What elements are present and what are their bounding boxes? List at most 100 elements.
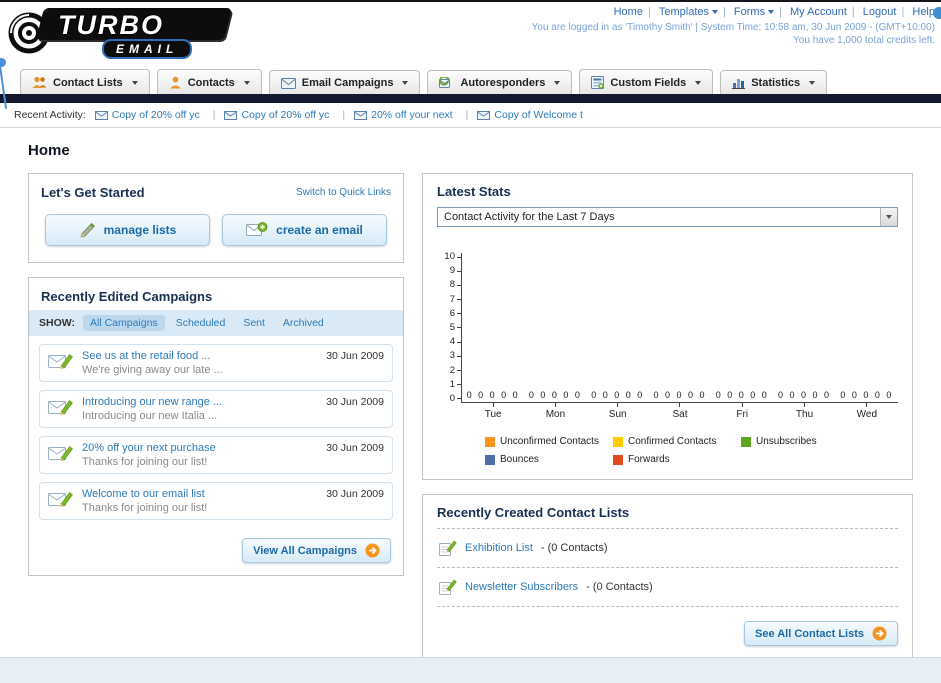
tab-label: Contact Lists bbox=[53, 76, 123, 89]
chart-plot: 0 0 0 0 0 0 0 0 0 0 0 0 0 0 0 0 0 0 0 0 0 0 … bbox=[461, 253, 898, 403]
contact-list-link[interactable]: Exhibition List bbox=[465, 542, 533, 554]
see-all-contact-lists-button[interactable]: See All Contact Lists bbox=[743, 621, 898, 646]
right-column: Latest Stats Contact Activity for the La… bbox=[422, 173, 913, 659]
campaign-subtitle: We're giving away our late ... bbox=[82, 364, 223, 376]
tab-email-campaigns[interactable]: Email Campaigns bbox=[268, 70, 421, 94]
tab-label: Contacts bbox=[187, 76, 235, 89]
create-email-button[interactable]: create an email bbox=[222, 214, 387, 246]
dropdown-caret-icon bbox=[809, 81, 816, 85]
contact-list-detail: - (0 Contacts) bbox=[540, 542, 608, 554]
create-email-label: create an email bbox=[276, 223, 363, 237]
envelope-icon bbox=[224, 110, 238, 120]
chart-value-labels: 0 0 0 0 0 bbox=[778, 390, 832, 400]
chart-y-axis: 10 9 8 7 6 5 4 3 2 1 0 bbox=[437, 252, 461, 403]
footer-strip bbox=[0, 657, 941, 683]
logo-primary-text: TURBO bbox=[58, 10, 164, 40]
recent-activity-bar: Recent Activity: Copy of 20% off yc Copy… bbox=[0, 103, 941, 128]
view-all-campaigns-button[interactable]: View All Campaigns bbox=[242, 538, 391, 563]
dropdown-caret-icon bbox=[131, 80, 138, 85]
envelope-icon bbox=[94, 110, 108, 120]
recent-activity-label: Recent Activity: bbox=[14, 109, 86, 121]
see-all-contact-lists-label: See All Contact Lists bbox=[754, 627, 864, 640]
campaign-item[interactable]: Introducing our new range ... Introducin… bbox=[39, 390, 393, 428]
dropdown-caret-icon bbox=[695, 80, 702, 85]
top-link-forms[interactable]: Forms bbox=[734, 6, 787, 18]
manage-lists-label: manage lists bbox=[103, 223, 177, 237]
chart-x-label: Tue bbox=[462, 403, 524, 420]
campaign-edit-icon bbox=[48, 488, 74, 509]
arrow-circle-icon bbox=[365, 543, 380, 558]
latest-stats-title: Latest Stats bbox=[437, 184, 511, 199]
contact-list-item[interactable]: Exhibition List - (0 Contacts) bbox=[437, 529, 898, 568]
activity-item[interactable]: 20% off your next bbox=[354, 109, 468, 121]
decor-dot-right bbox=[933, 7, 941, 19]
autoresponder-icon bbox=[439, 77, 454, 89]
activity-item[interactable]: Copy of 20% off yc bbox=[94, 109, 216, 121]
chart-x-label: Thu bbox=[773, 403, 835, 420]
campaign-title-link[interactable]: See us at the retail food ... bbox=[82, 350, 223, 362]
activity-item[interactable]: Copy of 20% off yc bbox=[224, 109, 345, 121]
contact-list-link[interactable]: Newsletter Subscribers bbox=[465, 581, 578, 593]
contact-icon bbox=[169, 76, 182, 89]
legend-item: Confirmed Contacts bbox=[613, 436, 741, 447]
custom-fields-icon bbox=[591, 76, 605, 89]
nav-divider-bar bbox=[0, 94, 941, 103]
tab-autoresponders[interactable]: Autoresponders bbox=[427, 70, 573, 94]
login-info-text: You are logged in as 'Timothy Smith' | S… bbox=[531, 22, 935, 33]
top-link-logout[interactable]: Logout bbox=[863, 6, 910, 18]
filter-archived[interactable]: Archived bbox=[276, 315, 331, 331]
chart-value-labels: 0 0 0 0 0 bbox=[653, 390, 707, 400]
tab-statistics[interactable]: Statistics bbox=[720, 70, 828, 94]
campaign-date: 30 Jun 2009 bbox=[326, 488, 384, 500]
campaign-title-link[interactable]: Introducing our new range ... bbox=[82, 396, 222, 408]
stats-period-select[interactable]: Contact Activity for the Last 7 Days bbox=[437, 207, 898, 227]
campaign-item[interactable]: Welcome to our email list Thanks for joi… bbox=[39, 482, 393, 520]
contact-list-item[interactable]: Newsletter Subscribers - (0 Contacts) bbox=[437, 568, 898, 607]
chart-x-label: Sat bbox=[649, 403, 711, 420]
contact-activity-chart: 10 9 8 7 6 5 4 3 2 1 0 0 0 0 0 0 0 0 0 0 0 0 0 0 0 0… bbox=[437, 252, 898, 465]
chart-value-labels: 0 0 0 0 0 bbox=[591, 390, 645, 400]
top-link-my-account[interactable]: My Account bbox=[790, 6, 860, 18]
legend-item: Unsubscribes bbox=[741, 436, 869, 447]
envelope-icon bbox=[280, 77, 296, 89]
envelope-plus-icon bbox=[246, 222, 268, 238]
manage-lists-button[interactable]: manage lists bbox=[45, 214, 210, 246]
chart-x-label: Mon bbox=[524, 403, 586, 420]
campaign-title-link[interactable]: Welcome to our email list bbox=[82, 488, 207, 500]
campaign-edit-icon bbox=[48, 396, 74, 417]
header: TURBO EMAIL Home Templates Forms My Acco… bbox=[0, 2, 941, 109]
statistics-icon bbox=[732, 77, 746, 89]
switch-quick-links[interactable]: Switch to Quick Links bbox=[296, 187, 391, 198]
tab-contact-lists[interactable]: Contact Lists bbox=[20, 69, 150, 94]
top-link-help[interactable]: Help bbox=[912, 6, 935, 18]
top-link-templates[interactable]: Templates bbox=[659, 6, 731, 18]
campaign-item[interactable]: 20% off your next purchase Thanks for jo… bbox=[39, 436, 393, 474]
top-link-home[interactable]: Home bbox=[614, 6, 656, 18]
recent-contact-lists-panel: Recently Created Contact Lists Exhibitio… bbox=[422, 494, 913, 659]
tab-contacts[interactable]: Contacts bbox=[156, 69, 262, 94]
tab-label: Autoresponders bbox=[460, 77, 546, 89]
filter-scheduled[interactable]: Scheduled bbox=[169, 315, 233, 331]
campaign-title-link[interactable]: 20% off your next purchase bbox=[82, 442, 216, 454]
campaign-texts: Welcome to our email list Thanks for joi… bbox=[82, 488, 207, 514]
tab-label: Statistics bbox=[751, 77, 801, 89]
tab-custom-fields[interactable]: Custom Fields bbox=[579, 69, 714, 94]
logo-secondary-text: EMAIL bbox=[102, 39, 193, 59]
campaign-date: 30 Jun 2009 bbox=[326, 396, 384, 408]
filter-all-campaigns[interactable]: All Campaigns bbox=[82, 315, 165, 331]
dropdown-caret-icon bbox=[243, 80, 250, 85]
contact-lists-title: Recently Created Contact Lists bbox=[437, 505, 898, 529]
view-all-campaigns-label: View All Campaigns bbox=[253, 544, 357, 557]
filter-sent[interactable]: Sent bbox=[236, 315, 272, 331]
campaign-subtitle: Thanks for joining our list! bbox=[82, 502, 208, 514]
activity-item[interactable]: Copy of Welcome t bbox=[477, 109, 583, 121]
campaign-date: 30 Jun 2009 bbox=[326, 442, 384, 454]
chart-x-label: Fri bbox=[711, 403, 773, 420]
campaign-item[interactable]: See us at the retail food ... We're givi… bbox=[39, 344, 393, 382]
recent-campaigns-panel: Recently Edited Campaigns SHOW: All Camp… bbox=[28, 277, 404, 576]
latest-stats-panel: Latest Stats Contact Activity for the La… bbox=[422, 173, 913, 480]
list-edit-icon bbox=[439, 578, 457, 596]
chart-value-labels: 0 0 0 0 0 bbox=[528, 390, 582, 400]
page: TURBO EMAIL Home Templates Forms My Acco… bbox=[0, 0, 941, 683]
list-edit-icon bbox=[439, 539, 457, 557]
